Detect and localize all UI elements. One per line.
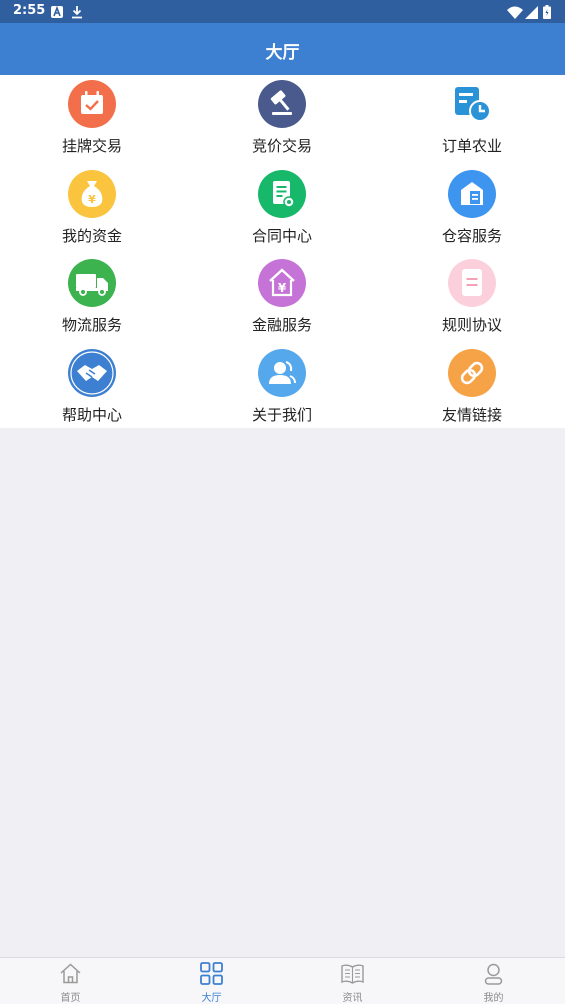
menu-item-label: 关于我们 — [251, 406, 312, 424]
handshake-icon — [68, 349, 116, 397]
menu-item-label: 订单农业 — [441, 137, 502, 155]
menu-item-rules-agreement[interactable]: 规则协议 — [378, 254, 565, 342]
order-clock-icon — [448, 80, 496, 128]
menu-item-label: 挂牌交易 — [61, 137, 122, 155]
menu-item-warehouse-service[interactable]: 仓容服务 — [378, 165, 565, 253]
menu-item-label: 我的资金 — [61, 227, 122, 245]
app-bar: 大厅 — [0, 23, 565, 75]
menu-item-label: 规则协议 — [441, 316, 502, 334]
gavel-icon — [258, 80, 306, 128]
user-icon — [481, 961, 506, 986]
menu-item-label: 合同中心 — [251, 227, 312, 245]
tab-mine[interactable]: 我的 — [423, 958, 564, 1004]
menu-item-order-agriculture[interactable]: 订单农业 — [378, 75, 565, 163]
grid-icon — [199, 961, 224, 986]
svg-text:¥: ¥ — [278, 281, 287, 295]
home-icon — [58, 961, 83, 986]
menu-item-my-funds[interactable]: ¥ 我的资金 — [0, 165, 186, 253]
rules-document-icon — [448, 259, 496, 307]
contract-icon — [258, 170, 306, 218]
menu-item-label: 仓容服务 — [441, 227, 502, 245]
calendar-icon — [68, 80, 116, 128]
menu-item-label: 竞价交易 — [251, 137, 312, 155]
status-time: 2:55 — [13, 3, 46, 18]
download-icon — [71, 4, 83, 23]
tab-hall[interactable]: 大厅 — [141, 958, 282, 1004]
menu-item-friendly-links[interactable]: 友情链接 — [378, 344, 565, 432]
contacts-icon — [258, 349, 306, 397]
tab-label: 我的 — [483, 993, 504, 1004]
menu-item-label: 友情链接 — [441, 406, 502, 424]
notification-a-icon — [50, 4, 64, 23]
menu-item-finance-service[interactable]: ¥ 金融服务 — [188, 254, 376, 342]
menu-item-about-us[interactable]: 关于我们 — [188, 344, 376, 432]
tab-label: 资讯 — [342, 993, 363, 1004]
tab-label: 大厅 — [201, 993, 222, 1004]
menu-grid: 挂牌交易 竞价交易 订单农业 ¥ 我的资金 合同中心 仓容服务 物流服务 ¥ 金… — [0, 75, 565, 428]
status-bar: 2:55 — [0, 0, 565, 23]
battery-icon — [543, 4, 551, 23]
tab-home[interactable]: 首页 — [0, 958, 141, 1004]
page-title: 大厅 — [265, 43, 300, 63]
link-icon — [448, 349, 496, 397]
truck-icon — [68, 259, 116, 307]
menu-item-label: 物流服务 — [61, 316, 122, 334]
menu-item-label: 金融服务 — [251, 316, 312, 334]
signal-icon — [525, 4, 538, 23]
tab-news[interactable]: 资讯 — [282, 958, 423, 1004]
menu-item-help-center[interactable]: 帮助中心 — [0, 344, 186, 432]
tab-label: 首页 — [60, 993, 81, 1004]
wifi-icon — [507, 4, 523, 23]
menu-item-logistics-service[interactable]: 物流服务 — [0, 254, 186, 342]
warehouse-icon — [448, 170, 496, 218]
bottom-tab-bar: 首页 大厅 资讯 我的 — [0, 957, 565, 1004]
news-icon — [340, 961, 365, 986]
menu-item-listing-trade[interactable]: 挂牌交易 — [0, 75, 186, 163]
menu-item-bidding-trade[interactable]: 竞价交易 — [188, 75, 376, 163]
menu-item-label: 帮助中心 — [61, 406, 122, 424]
menu-item-contract-center[interactable]: 合同中心 — [188, 165, 376, 253]
svg-text:¥: ¥ — [88, 193, 96, 206]
finance-house-icon: ¥ — [258, 259, 306, 307]
money-bag-icon: ¥ — [68, 170, 116, 218]
